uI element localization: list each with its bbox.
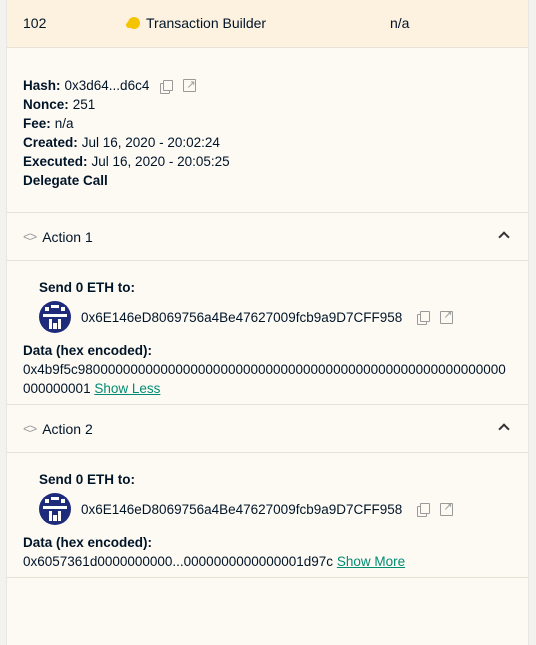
data-value: 0x4b9f5c98000000000000000000000000000000…: [23, 360, 512, 398]
action-title: Action 1: [42, 228, 93, 245]
code-icon: <>: [23, 229, 37, 244]
data-value: 0x6057361d0000000000...0000000000000001d…: [23, 552, 512, 571]
tx-details: Hash: 0x3d64...d6c4 Nonce: 251 Fee: n/a …: [7, 48, 528, 213]
transaction-panel: 102 Transaction Builder n/a Hash: 0x3d64…: [6, 0, 529, 645]
send-label: Send 0 ETH to:: [39, 280, 136, 295]
fee-line: Fee: n/a: [23, 114, 512, 133]
created-value: Jul 16, 2020 - 20:02:24: [81, 135, 220, 150]
created-label: Created:: [23, 135, 78, 150]
data-hex: 0x6057361d0000000000...0000000000000001d…: [23, 554, 334, 569]
external-link-icon[interactable]: [440, 308, 454, 324]
delegate-call-line: Delegate Call: [23, 171, 512, 190]
delegate-call-label: Delegate Call: [23, 173, 108, 188]
executed-line: Executed: Jul 16, 2020 - 20:05:25: [23, 152, 512, 171]
external-link-icon[interactable]: [183, 76, 197, 95]
executed-label: Executed:: [23, 154, 88, 169]
code-icon: <>: [23, 421, 37, 436]
show-less-link[interactable]: Show Less: [94, 381, 160, 396]
chevron-up-icon[interactable]: [498, 231, 510, 243]
coins-icon: [126, 17, 140, 29]
nonce-value: 251: [72, 97, 96, 112]
send-label: Send 0 ETH to:: [39, 472, 136, 487]
recipient-address: 0x6E146eD8069756a4Be47627009fcb9a9D7CFF9…: [81, 309, 403, 325]
copy-icon[interactable]: [159, 79, 174, 94]
nonce-line: Nonce: 251: [23, 95, 512, 114]
hash-label: Hash:: [23, 78, 61, 93]
fee-label: Fee:: [23, 116, 51, 131]
action-2-body: Send 0 ETH to: 0x6E146eD8069756a4Be47627…: [7, 453, 528, 578]
show-more-link[interactable]: Show More: [337, 554, 405, 569]
recipient-address: 0x6E146eD8069756a4Be47627009fcb9a9D7CFF9…: [81, 501, 403, 517]
tx-value: n/a: [390, 15, 410, 31]
tx-type-label: Transaction Builder: [146, 15, 267, 31]
action-title: Action 2: [42, 420, 93, 437]
external-link-icon[interactable]: [440, 500, 454, 516]
action-1-header[interactable]: <> Action 1: [7, 213, 528, 261]
identicon-avatar: [39, 493, 71, 525]
tx-type: Transaction Builder: [126, 15, 267, 31]
data-label: Data (hex encoded):: [23, 343, 153, 358]
chevron-up-icon[interactable]: [498, 423, 510, 435]
tx-nonce: 102: [23, 15, 47, 31]
created-line: Created: Jul 16, 2020 - 20:02:24: [23, 133, 512, 152]
recipient: 0x6E146eD8069756a4Be47627009fcb9a9D7CFF9…: [23, 493, 512, 525]
copy-icon[interactable]: [416, 310, 431, 325]
recipient: 0x6E146eD8069756a4Be47627009fcb9a9D7CFF9…: [23, 301, 512, 333]
data-label: Data (hex encoded):: [23, 535, 153, 550]
identicon-avatar: [39, 301, 71, 333]
hash-line: Hash: 0x3d64...d6c4: [23, 76, 512, 95]
hash-value: 0x3d64...d6c4: [64, 78, 150, 93]
executed-value: Jul 16, 2020 - 20:05:25: [91, 154, 230, 169]
action-1-body: Send 0 ETH to: 0x6E146eD8069756a4Be47627…: [7, 261, 528, 405]
fee-value: n/a: [54, 116, 74, 131]
copy-icon[interactable]: [416, 502, 431, 517]
nonce-label: Nonce:: [23, 97, 69, 112]
action-2-header[interactable]: <> Action 2: [7, 405, 528, 453]
transaction-row[interactable]: 102 Transaction Builder n/a: [7, 0, 528, 48]
